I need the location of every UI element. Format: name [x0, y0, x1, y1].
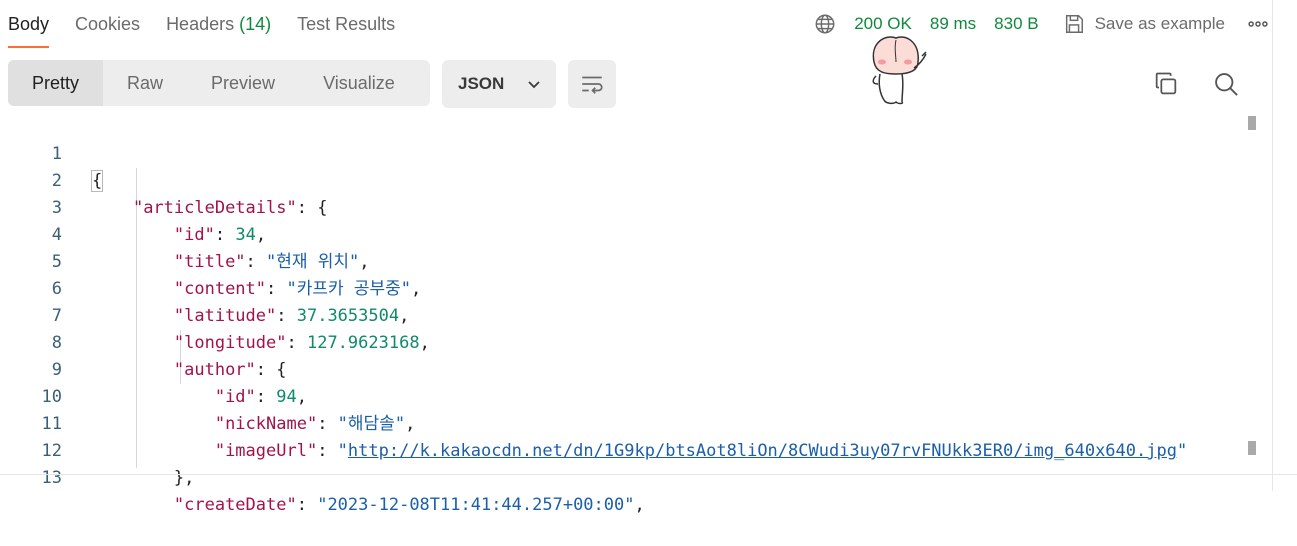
- code-text: "imageUrl": "http://k.kakaocdn.net/dn/1G…: [214, 441, 1188, 461]
- more-icon[interactable]: [1247, 13, 1269, 35]
- json-number: 37.3653504: [296, 306, 400, 326]
- json-string: "2023-12-08T11:41:44.257+00:00": [317, 495, 635, 515]
- code-text: "id": 34,: [173, 225, 267, 245]
- json-key: "createDate": [173, 495, 297, 515]
- json-key: "title": [173, 252, 246, 272]
- json-key: "nickName": [214, 414, 318, 434]
- response-time[interactable]: 89 ms: [930, 14, 976, 34]
- code-text: "id": 94,: [214, 387, 307, 407]
- json-key: "id": [173, 225, 215, 245]
- panel-divider: [1272, 0, 1273, 491]
- panel-divider: [0, 474, 1297, 475]
- code-text: {: [90, 170, 104, 192]
- view-mode-selector: Pretty Raw Preview Visualize: [8, 60, 430, 106]
- headers-count: (14): [239, 14, 272, 34]
- code-text: "content": "카프카 공부중",: [173, 279, 422, 299]
- code-line: 4 "title": "현재 위치",: [0, 195, 370, 272]
- format-dropdown[interactable]: JSON: [442, 60, 556, 108]
- json-string: "카프카 공부중": [286, 279, 412, 299]
- json-key: "latitude": [173, 306, 277, 326]
- code-text: "latitude": 37.3653504,: [173, 306, 410, 326]
- json-key: "longitude": [173, 333, 287, 353]
- json-number: 34: [235, 225, 256, 245]
- json-number: 127.9623168: [306, 333, 420, 353]
- tab-body[interactable]: Body: [8, 0, 50, 48]
- code-line: 13 "createDate": "2023-12-08T11:41:44.25…: [0, 438, 645, 515]
- mode-raw[interactable]: Raw: [103, 60, 187, 106]
- code-line: 8 "author": {: [0, 303, 287, 380]
- code-line: 5 "content": "카프카 공부중",: [0, 222, 422, 299]
- tab-cookies[interactable]: Cookies: [75, 0, 140, 48]
- json-number: 94: [276, 387, 297, 407]
- format-label: JSON: [458, 74, 505, 93]
- code-line: 2 "articleDetails": {: [0, 141, 328, 218]
- save-icon: [1065, 15, 1083, 33]
- code-text: "longitude": 127.9623168,: [173, 333, 430, 353]
- status-code[interactable]: 200 OK: [854, 14, 912, 34]
- json-key: "id": [214, 387, 256, 407]
- code-text: "articleDetails": {: [132, 198, 328, 218]
- code-text: "author": {: [173, 360, 287, 380]
- mode-preview[interactable]: Preview: [187, 60, 299, 106]
- wrap-lines-icon: [582, 76, 603, 94]
- code-line: 12 },: [0, 411, 195, 488]
- save-as-example-button[interactable]: Save as example: [1063, 13, 1225, 35]
- chevron-down-icon: [528, 81, 540, 89]
- code-line: 1 {: [0, 114, 104, 192]
- scrollbar-thumb[interactable]: [1248, 116, 1256, 130]
- response-body-editor[interactable]: 1 { 2 "articleDetails": { 3 "id": 34, 4 …: [0, 114, 1262, 515]
- scrollbar-thumb[interactable]: [1248, 441, 1256, 455]
- code-line: 3 "id": 34,: [0, 168, 266, 245]
- mascot-sticker: [872, 36, 927, 105]
- line-number: 13: [41, 468, 62, 488]
- mode-visualize[interactable]: Visualize: [299, 60, 419, 106]
- json-key: "author": [173, 360, 256, 380]
- code-line: 9 "id": 94,: [0, 330, 307, 407]
- mode-pretty[interactable]: Pretty: [8, 60, 104, 106]
- code-line: 11 "imageUrl": "http://k.kakaocdn.net/dn…: [0, 384, 1188, 461]
- code-text: "title": "현재 위치",: [173, 252, 370, 272]
- json-key: "content": [173, 279, 267, 299]
- tab-headers-label: Headers: [166, 14, 240, 34]
- code-text: "nickName": "해담솔",: [214, 414, 416, 434]
- wrap-lines-button[interactable]: [568, 60, 616, 108]
- code-text: },: [92, 468, 195, 488]
- tab-test-results[interactable]: Test Results: [297, 0, 395, 48]
- tab-headers[interactable]: Headers (14): [166, 0, 271, 48]
- globe-icon[interactable]: [814, 13, 836, 35]
- copy-icon[interactable]: [1152, 70, 1180, 98]
- json-string: "현재 위치": [266, 252, 360, 272]
- code-text: "createDate": "2023-12-08T11:41:44.257+0…: [173, 495, 645, 515]
- search-icon[interactable]: [1212, 70, 1240, 98]
- image-url-link[interactable]: http://k.kakaocdn.net/dn/1G9kp/btsAot8li…: [348, 441, 1177, 461]
- save-as-example-label: Save as example: [1094, 14, 1225, 33]
- json-string: "해담솔": [337, 414, 406, 434]
- json-key: "articleDetails": [132, 198, 297, 218]
- code-line: 10 "nickName": "해담솔",: [0, 357, 416, 434]
- code-line: 6 "latitude": 37.3653504,: [0, 249, 410, 326]
- response-tabs: Body Cookies Headers (14) Test Results: [0, 0, 421, 48]
- response-size[interactable]: 830 B: [994, 14, 1038, 34]
- json-key: "imageUrl": [214, 441, 318, 461]
- code-line: 7 "longitude": 127.9623168,: [0, 276, 430, 353]
